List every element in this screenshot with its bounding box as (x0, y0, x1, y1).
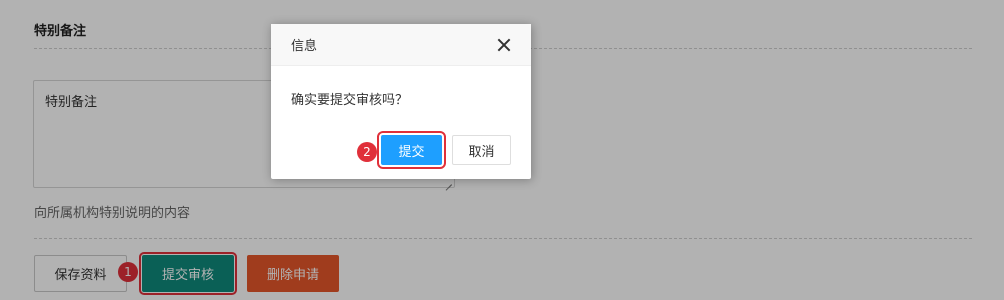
close-icon[interactable] (497, 38, 511, 52)
step-badge-2: 2 (357, 142, 377, 162)
confirm-submit-button[interactable]: 提交 (377, 131, 446, 169)
dialog-message: 确实要提交审核吗？ (291, 93, 409, 108)
dialog-header: 信息 (271, 24, 531, 66)
confirm-dialog: 信息 确实要提交审核吗？ 提交 取消 (271, 24, 531, 179)
dialog-footer: 提交 取消 (271, 131, 531, 169)
dialog-title: 信息 (291, 39, 318, 54)
cancel-button[interactable]: 取消 (452, 135, 511, 165)
